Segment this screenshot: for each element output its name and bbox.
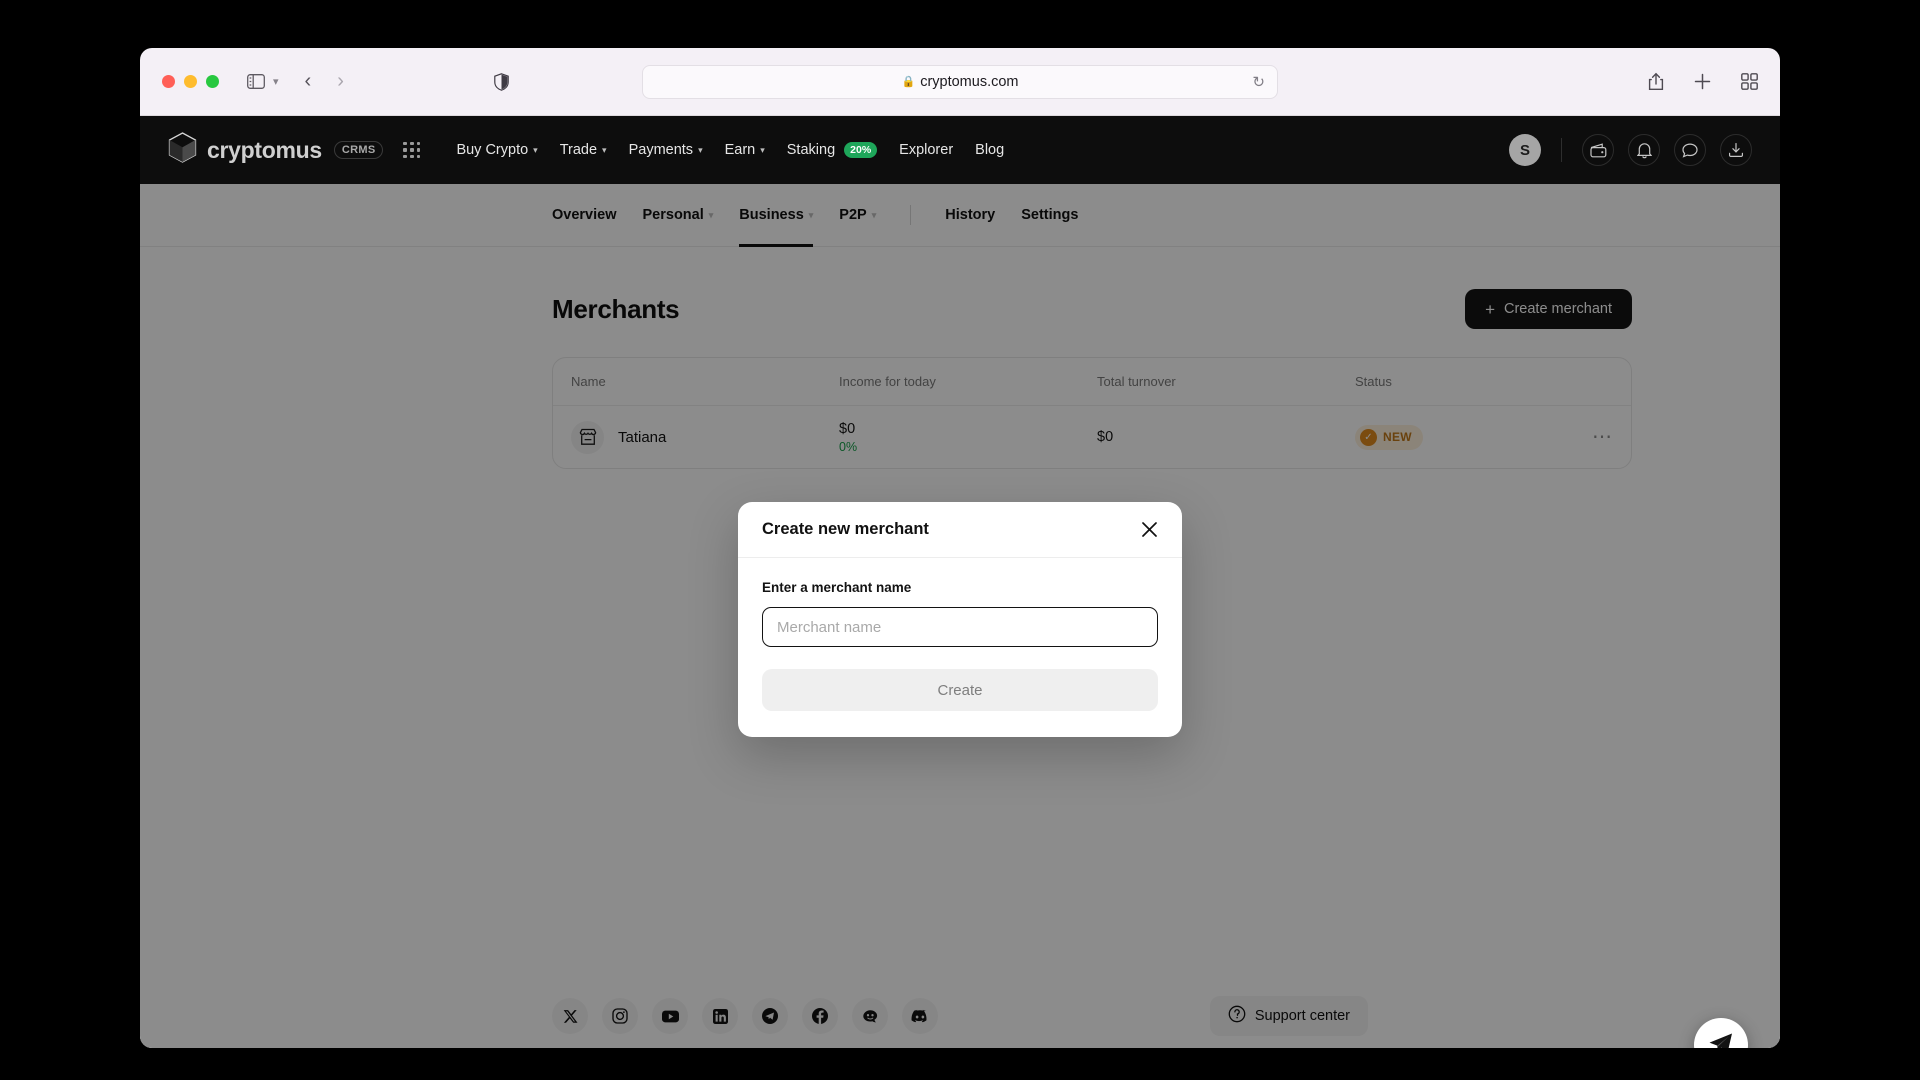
browser-toolbar: ▾ ‹ › 🔒 cryptomus.com ↻: [140, 48, 1780, 116]
chevron-down-icon: ▾: [760, 144, 765, 155]
main-nav: Buy Crypto ▾ Trade ▾ Payments ▾ Earn ▾ S…: [456, 142, 1004, 158]
modal-title: Create new merchant: [762, 520, 929, 538]
nav-item-explorer[interactable]: Explorer: [899, 142, 953, 158]
share-icon[interactable]: [1648, 72, 1664, 91]
create-merchant-modal: Create new merchant Enter a merchant nam…: [738, 502, 1182, 737]
modal-create-button[interactable]: Create: [762, 669, 1158, 711]
modal-header: Create new merchant: [738, 502, 1182, 558]
nav-label: Buy Crypto: [456, 142, 529, 158]
browser-window: ▾ ‹ › 🔒 cryptomus.com ↻ cryptomus CRMS B…: [140, 48, 1780, 1048]
nav-item-buy-crypto[interactable]: Buy Crypto ▾: [456, 142, 537, 158]
chevron-down-icon: ▾: [602, 144, 607, 155]
nav-label: Earn: [724, 142, 756, 158]
download-icon[interactable]: [1720, 134, 1752, 166]
bell-icon[interactable]: [1628, 134, 1660, 166]
divider: [1561, 138, 1562, 162]
address-bar[interactable]: 🔒 cryptomus.com ↻: [642, 64, 1278, 99]
back-button[interactable]: ‹: [305, 70, 312, 93]
cube-logo-icon: [168, 132, 197, 168]
window-controls[interactable]: [162, 75, 219, 88]
tab-overview-icon[interactable]: [1741, 73, 1758, 90]
nav-label: Explorer: [899, 142, 954, 158]
staking-rate-badge: 20%: [844, 142, 878, 158]
logo[interactable]: cryptomus CRMS: [168, 132, 384, 168]
crms-badge: CRMS: [333, 141, 384, 159]
forward-button[interactable]: ›: [337, 70, 344, 93]
chat-icon[interactable]: [1674, 134, 1706, 166]
avatar[interactable]: S: [1509, 134, 1541, 166]
sidebar-toggle-icon[interactable]: [247, 74, 265, 89]
apps-grid-icon[interactable]: [403, 141, 421, 159]
chevron-down-icon[interactable]: ▾: [273, 75, 279, 88]
url-text: cryptomus.com: [920, 73, 1019, 90]
merchant-name-input[interactable]: [762, 607, 1158, 647]
wallet-icon[interactable]: [1582, 134, 1614, 166]
nav-item-blog[interactable]: Blog: [975, 142, 1004, 158]
reload-icon[interactable]: ↻: [1252, 73, 1265, 91]
minimize-window-button[interactable]: [184, 75, 197, 88]
header-actions: S: [1509, 134, 1752, 166]
nav-label: Staking: [786, 142, 836, 158]
chevron-down-icon: ▾: [698, 144, 703, 155]
nav-item-earn[interactable]: Earn ▾: [725, 142, 765, 158]
new-tab-button[interactable]: [1694, 73, 1711, 90]
nav-label: Blog: [975, 142, 1005, 158]
browser-toolbar-right: [1648, 72, 1758, 91]
site-header: cryptomus CRMS Buy Crypto ▾ Trade ▾ Paym…: [140, 116, 1780, 184]
nav-label: Payments: [628, 142, 694, 158]
modal-body: Enter a merchant name Create: [738, 558, 1182, 737]
logo-wordmark: cryptomus: [207, 136, 322, 163]
nav-item-trade[interactable]: Trade ▾: [560, 142, 607, 158]
nav-item-staking[interactable]: Staking 20%: [786, 142, 878, 158]
close-icon[interactable]: [1141, 521, 1158, 538]
merchant-name-label: Enter a merchant name: [762, 580, 912, 595]
close-window-button[interactable]: [162, 75, 175, 88]
maximize-window-button[interactable]: [206, 75, 219, 88]
chevron-down-icon: ▾: [533, 144, 538, 155]
nav-label: Trade: [559, 142, 598, 158]
privacy-shield-icon[interactable]: [494, 72, 509, 91]
nav-item-payments[interactable]: Payments ▾: [629, 142, 703, 158]
page-body: Overview Personal ▾ Business ▾ P2P ▾ His…: [140, 184, 1780, 1048]
lock-icon: 🔒: [901, 76, 916, 88]
telegram-icon: [1707, 1029, 1735, 1048]
